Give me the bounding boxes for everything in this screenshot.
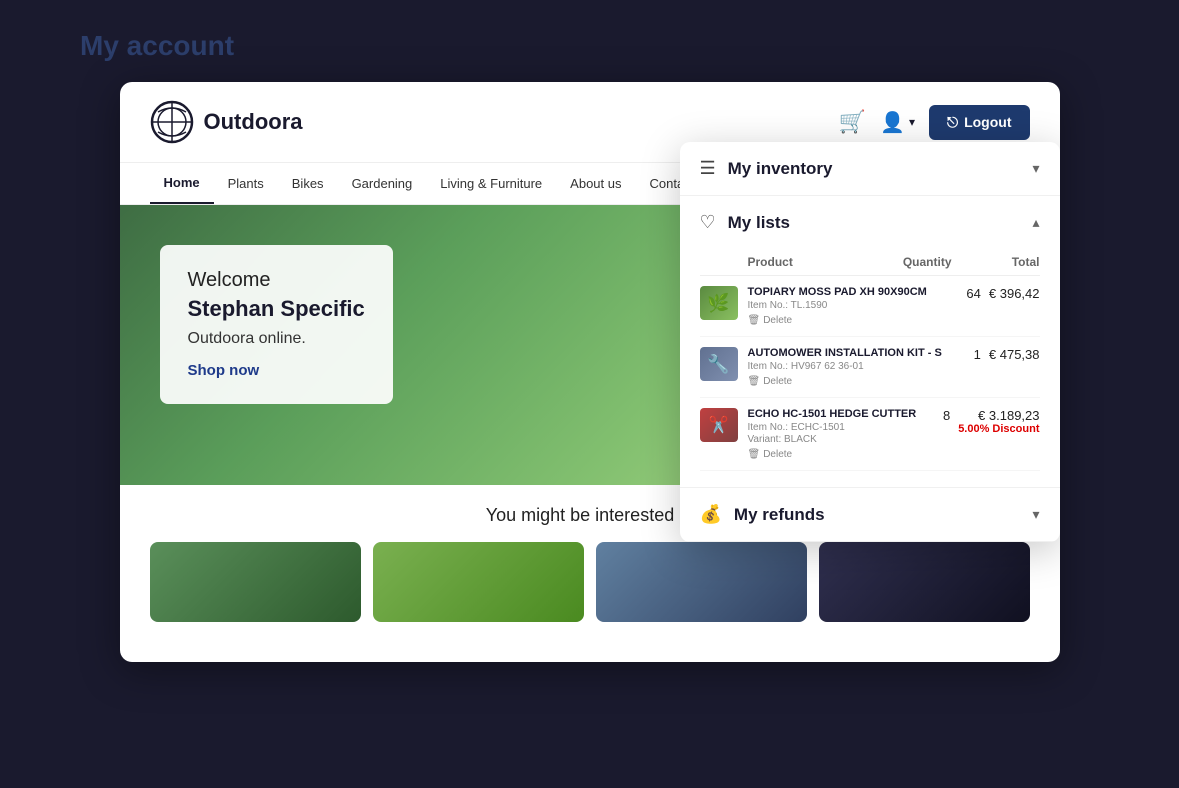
nav-item-plants[interactable]: Plants <box>214 164 278 203</box>
logo-text: Outdoora <box>204 109 303 135</box>
shop-now-button[interactable]: Shop now <box>188 362 260 379</box>
item-mower-number: Item No.: HV967 62 36-01 <box>748 361 966 372</box>
col-total-header: Total <box>960 255 1040 269</box>
item-moss-actions: 🗑 Delete <box>748 315 959 326</box>
item-cutter-variant: Variant: BLACK <box>748 434 935 445</box>
nav-item-about[interactable]: About us <box>556 164 635 203</box>
list-item-moss: 🌿 TOPIARY MOSS PAD XH 90X90CM Item No.: … <box>700 276 1040 337</box>
inventory-icon: ☰ <box>700 158 716 179</box>
delete-cutter-label: Delete <box>763 449 792 460</box>
item-cutter-total: € 3.189,23 <box>958 408 1039 423</box>
my-inventory-header-left: ☰ My inventory <box>700 158 833 179</box>
browser-frame: Outdoora 🛒 👤 ▾ ⎋ Logout Home Plants Bike… <box>120 82 1060 662</box>
trash-icon: 🗑 <box>748 315 761 326</box>
item-cutter-actions: 🗑 Delete <box>748 449 935 460</box>
item-moss-number: Item No.: TL.1590 <box>748 300 959 311</box>
interests-grid <box>150 542 1030 622</box>
delete-moss-label: Delete <box>763 315 792 326</box>
item-mower-details: AUTOMOWER INSTALLATION KIT - S Item No.:… <box>748 347 966 387</box>
nav-item-gardening[interactable]: Gardening <box>338 164 427 203</box>
interest-card-4[interactable] <box>819 542 1030 622</box>
nav-item-home[interactable]: Home <box>150 163 214 204</box>
header-actions: 🛒 👤 ▾ ⎋ Logout <box>839 105 1030 140</box>
list-item-cutter: ✂️ ECHO HC-1501 HEDGE CUTTER Item No.: E… <box>700 398 1040 471</box>
item-mower-total: € 475,38 <box>989 347 1040 362</box>
col-product-header: Product <box>748 255 884 269</box>
lists-heart-icon: ♡ <box>700 212 716 233</box>
cart-button[interactable]: 🛒 <box>839 109 866 135</box>
user-icon: 👤 <box>880 110 905 135</box>
delete-moss-button[interactable]: 🗑 Delete <box>748 315 793 326</box>
delete-mower-button[interactable]: 🗑 Delete <box>748 376 793 387</box>
item-cutter-total-area: € 3.189,23 5.00% Discount <box>958 408 1039 435</box>
item-moss-name: TOPIARY MOSS PAD XH 90X90CM <box>748 286 959 298</box>
logout-label: Logout <box>964 114 1011 130</box>
logo-icon <box>150 100 194 144</box>
item-mower-name: AUTOMOWER INSTALLATION KIT - S <box>748 347 966 359</box>
logout-icon: ⎋ <box>947 114 958 131</box>
item-cutter-discount: 5.00% Discount <box>958 423 1039 435</box>
inventory-chevron-down-icon: ▾ <box>1032 160 1039 177</box>
my-inventory-title: My inventory <box>728 159 833 179</box>
delete-cutter-button[interactable]: 🗑 Delete <box>748 449 793 460</box>
nav-item-bikes[interactable]: Bikes <box>278 164 338 203</box>
logo-area: Outdoora <box>150 100 303 144</box>
my-lists-header-left: ♡ My lists <box>700 212 791 233</box>
item-cutter-number: Item No.: ECHC-1501 <box>748 422 935 433</box>
item-moss-qty: 64 <box>966 286 980 301</box>
item-cutter-name: ECHO HC-1501 HEDGE CUTTER <box>748 408 935 420</box>
hero-content: Welcome Stephan Specific Outdoora online… <box>160 245 393 404</box>
my-lists-section: ♡ My lists ▴ Product Quantity Total 🌿 <box>680 196 1060 488</box>
my-refunds-section-header[interactable]: 💰 My refunds ▾ <box>680 488 1060 542</box>
user-chevron-icon: ▾ <box>909 115 915 129</box>
my-inventory-section-header[interactable]: ☰ My inventory ▾ <box>680 142 1060 196</box>
refunds-icon: 💰 <box>700 504 722 525</box>
item-cutter-details: ECHO HC-1501 HEDGE CUTTER Item No.: ECHC… <box>748 408 935 460</box>
trash-mower-icon: 🗑 <box>748 376 761 387</box>
page-title: My account <box>80 30 234 62</box>
logout-button[interactable]: ⎋ Logout <box>929 105 1030 140</box>
item-cutter-qty: 8 <box>943 408 950 423</box>
hero-welcome: Welcome <box>188 269 365 292</box>
item-thumb-cutter: ✂️ <box>700 408 738 442</box>
item-moss-details: TOPIARY MOSS PAD XH 90X90CM Item No.: TL… <box>748 286 959 326</box>
col-quantity-header: Quantity <box>892 255 952 269</box>
item-mower-qty: 1 <box>974 347 981 362</box>
hero-name: Stephan Specific <box>188 296 365 322</box>
trash-cutter-icon: 🗑 <box>748 449 761 460</box>
account-dropdown-panel: ☰ My inventory ▾ ♡ My lists ▴ Product Qu… <box>680 142 1060 542</box>
nav-item-living[interactable]: Living & Furniture <box>426 164 556 203</box>
item-mower-actions: 🗑 Delete <box>748 376 966 387</box>
list-item-mower: 🔧 AUTOMOWER INSTALLATION KIT - S Item No… <box>700 337 1040 398</box>
my-lists-title: My lists <box>728 213 790 233</box>
item-thumb-moss: 🌿 <box>700 286 738 320</box>
my-lists-content: Product Quantity Total 🌿 TOPIARY MOSS PA… <box>680 249 1060 488</box>
interest-card-3[interactable] <box>596 542 807 622</box>
interest-card-2[interactable] <box>373 542 584 622</box>
my-lists-section-header[interactable]: ♡ My lists ▴ <box>680 196 1060 249</box>
delete-mower-label: Delete <box>763 376 792 387</box>
hero-subtitle: Outdoora online. <box>188 330 365 348</box>
my-refunds-title: My refunds <box>734 505 825 525</box>
item-thumb-mower: 🔧 <box>700 347 738 381</box>
refunds-chevron-down-icon: ▾ <box>1032 506 1039 523</box>
user-menu-button[interactable]: 👤 ▾ <box>880 110 915 135</box>
item-moss-total: € 396,42 <box>989 286 1040 301</box>
my-refunds-header-left: 💰 My refunds <box>700 504 825 525</box>
interest-card-1[interactable] <box>150 542 361 622</box>
lists-chevron-up-icon: ▴ <box>1032 214 1039 231</box>
